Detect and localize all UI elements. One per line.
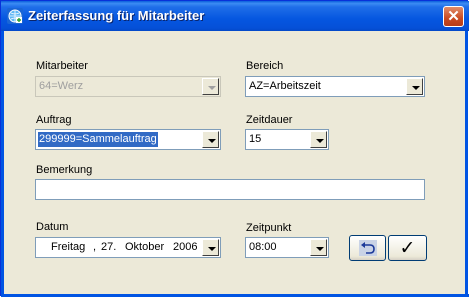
zeitdauer-select[interactable]: 15 xyxy=(245,129,329,150)
window-frame-left xyxy=(1,31,4,295)
zeitpunkt-select[interactable]: 08:00 xyxy=(245,237,329,258)
datum-label: Datum xyxy=(36,221,69,233)
chevron-down-icon xyxy=(208,86,216,90)
bereich-dropdown-button[interactable] xyxy=(406,78,423,95)
chevron-down-icon xyxy=(316,139,324,143)
title-bar[interactable]: Zeiterfassung für Mitarbeiter ✕ xyxy=(1,1,469,31)
close-icon: ✕ xyxy=(447,8,460,25)
bereich-value: AZ=Arbeitszeit xyxy=(249,80,321,92)
zeitdauer-label: Zeitdauer xyxy=(246,114,293,126)
chevron-down-icon xyxy=(208,247,216,251)
zeitpunkt-label: Zeitpunkt xyxy=(246,222,292,234)
bemerkung-input[interactable] xyxy=(35,179,425,200)
datum-picker[interactable]: Freitag , 27. Oktober 2006 xyxy=(35,237,221,258)
close-button[interactable]: ✕ xyxy=(443,6,464,27)
mitarbeiter-value: 64=Werz xyxy=(39,80,84,92)
mitarbeiter-select: 64=Werz xyxy=(35,76,221,97)
datum-dropdown-button[interactable] xyxy=(202,239,219,256)
mitarbeiter-dropdown-button xyxy=(202,78,219,95)
bemerkung-label: Bemerkung xyxy=(36,164,93,176)
datum-year[interactable]: 2006 xyxy=(173,240,197,255)
checkmark-icon: ✓ xyxy=(399,237,416,259)
datum-separator: , xyxy=(93,241,97,253)
mitarbeiter-label: Mitarbeiter xyxy=(36,60,88,72)
window-title: Zeiterfassung für Mitarbeiter xyxy=(28,8,205,23)
bereich-select[interactable]: AZ=Arbeitszeit xyxy=(245,76,425,97)
zeitdauer-dropdown-button[interactable] xyxy=(310,131,327,148)
datum-month[interactable]: Oktober xyxy=(125,240,164,255)
chevron-down-icon xyxy=(316,247,324,251)
auftrag-value: 299999=Sammelauftrag xyxy=(38,132,158,147)
bereich-label: Bereich xyxy=(246,60,284,72)
zeitpunkt-dropdown-button[interactable] xyxy=(310,239,327,256)
chevron-down-icon xyxy=(412,86,420,90)
undo-icon xyxy=(359,240,377,256)
auftrag-label: Auftrag xyxy=(36,114,72,126)
window-frame-right xyxy=(465,31,468,295)
auftrag-select[interactable]: 299999=Sammelauftrag xyxy=(35,129,221,150)
auftrag-dropdown-button[interactable] xyxy=(202,131,219,148)
datum-day[interactable]: 27. xyxy=(101,240,116,255)
app-icon xyxy=(7,8,23,24)
undo-button[interactable] xyxy=(349,235,386,261)
datum-weekday[interactable]: Freitag xyxy=(51,240,85,255)
chevron-down-icon xyxy=(208,139,216,143)
zeitdauer-value: 15 xyxy=(249,133,262,145)
window-frame-bottom xyxy=(1,294,469,297)
dialog-window: Zeiterfassung für Mitarbeiter ✕ Mitarbei… xyxy=(0,0,469,297)
confirm-button[interactable]: ✓ xyxy=(388,235,427,261)
zeitpunkt-value: 08:00 xyxy=(249,241,277,253)
